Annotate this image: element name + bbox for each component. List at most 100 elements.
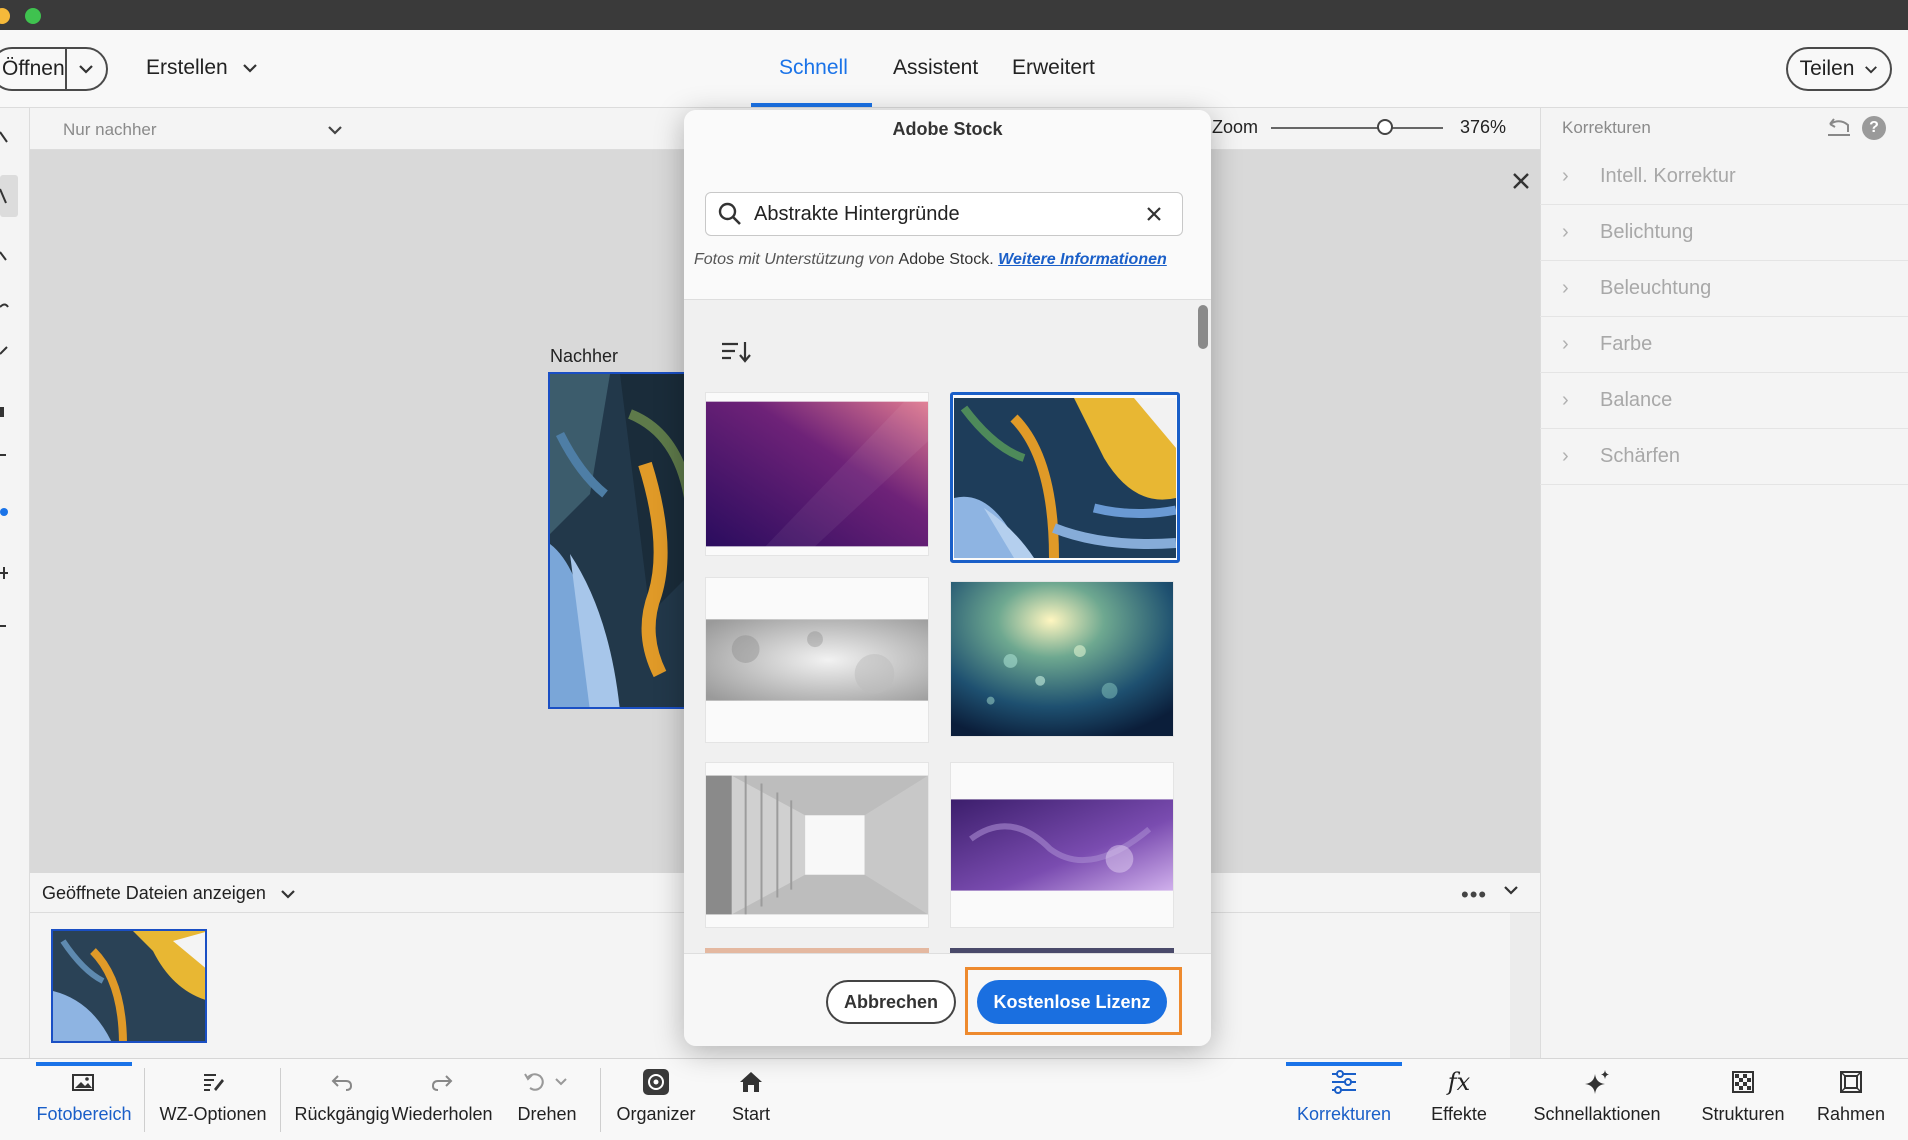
more-options-icon[interactable]: ••• [1461, 882, 1487, 908]
rotate-icon [522, 1068, 572, 1096]
hand-tool-icon[interactable] [0, 620, 10, 632]
photo-bin-scrollbar[interactable] [1510, 913, 1540, 1058]
tool-options-icon [201, 1068, 225, 1096]
panel-item-balance[interactable]: › Balance [1540, 373, 1908, 429]
stock-result-4[interactable] [950, 581, 1174, 737]
photo-bin-select[interactable]: Geöffnete Dateien anzeigen [42, 883, 296, 904]
undo-button[interactable]: Rückgängig [294, 1068, 390, 1125]
after-label: Nachher [550, 346, 619, 366]
textures-button[interactable]: Strukturen [1698, 1068, 1788, 1125]
crop-tool-icon[interactable] [0, 452, 10, 466]
panel-title: Korrekturen [1562, 118, 1651, 137]
fx-icon: fx [1447, 1068, 1471, 1096]
stock-attribution: Fotos mit Unterstützung von Adobe Stock.… [694, 251, 1167, 268]
stock-result-2-selected[interactable] [950, 392, 1180, 563]
quick-actions-button[interactable]: Schnellaktionen [1532, 1068, 1662, 1125]
more-info-link[interactable]: Weitere Informationen [998, 251, 1167, 268]
effects-button[interactable]: fx Effekte [1424, 1068, 1494, 1125]
zoom-label: Zoom [1212, 117, 1259, 137]
share-button[interactable]: Teilen [1786, 47, 1892, 91]
panel-item-smart-fix[interactable]: › Intell. Korrektur [1540, 149, 1908, 205]
share-label: Teilen [1799, 57, 1855, 80]
zoom-slider-track[interactable] [1271, 127, 1443, 129]
redo-icon [430, 1068, 454, 1096]
move-tool-icon[interactable] [0, 565, 10, 581]
frame-icon [1839, 1068, 1863, 1096]
search-icon [706, 201, 754, 227]
panel-item-exposure[interactable]: › Belichtung [1540, 205, 1908, 261]
chevron-down-icon [1864, 65, 1878, 74]
active-bottom-indicator [36, 1062, 132, 1066]
sparkle-icon [1583, 1068, 1611, 1096]
panel-item-color[interactable]: › Farbe [1540, 317, 1908, 373]
clear-search-icon[interactable] [1134, 205, 1174, 223]
photo-bin-button[interactable]: Fotobereich [36, 1068, 132, 1125]
home-icon [738, 1068, 764, 1096]
stock-search-field[interactable] [705, 192, 1183, 236]
dialog-title: Adobe Stock [892, 119, 1003, 139]
view-select[interactable]: Nur nachher [63, 116, 343, 144]
photo-bin-label: Geöffnete Dateien anzeigen [42, 883, 266, 903]
free-license-button[interactable]: Kostenlose Lizenz [977, 980, 1167, 1024]
reset-icon[interactable] [1826, 116, 1852, 138]
chevron-right-icon: › [1562, 221, 1569, 243]
lasso-tool-icon[interactable] [0, 250, 10, 264]
after-image[interactable] [548, 372, 688, 709]
color-indicator [0, 508, 8, 516]
text-tool-icon[interactable] [0, 405, 10, 419]
title-bar [0, 0, 1908, 30]
open-button[interactable]: Öffnen [0, 47, 108, 91]
undo-icon [330, 1068, 354, 1096]
open-file-thumbnail[interactable] [51, 929, 207, 1043]
tab-assistent[interactable]: Assistent [893, 56, 978, 80]
zoom-tool-icon[interactable] [0, 130, 10, 146]
chevron-right-icon: › [1562, 165, 1569, 187]
home-button[interactable]: Start [718, 1068, 784, 1125]
tab-erweitert[interactable]: Erweitert [1012, 56, 1095, 80]
sort-icon[interactable] [721, 340, 753, 364]
chevron-down-icon [327, 125, 343, 135]
chevron-right-icon: › [1562, 333, 1569, 355]
help-icon[interactable]: ? [1862, 116, 1886, 140]
results-scrollbar-thumb[interactable] [1198, 305, 1208, 349]
close-icon[interactable] [1508, 168, 1534, 194]
open-label: Öffnen [2, 57, 65, 80]
create-label: Erstellen [146, 56, 228, 79]
frames-button[interactable]: Rahmen [1814, 1068, 1888, 1125]
stock-result-6[interactable] [950, 762, 1174, 928]
adjustments-button[interactable]: Korrekturen [1286, 1068, 1402, 1125]
results-scrollbar[interactable] [1196, 302, 1210, 950]
tab-schnell[interactable]: Schnell [779, 56, 848, 80]
stock-result-1[interactable] [705, 392, 929, 556]
adjustments-icon [1330, 1068, 1358, 1096]
organizer-button[interactable]: Organizer [614, 1068, 698, 1125]
organizer-icon [642, 1068, 670, 1096]
chevron-down-icon [242, 63, 258, 73]
quick-selection-tool-icon[interactable] [0, 175, 18, 217]
panel-item-lighting[interactable]: › Beleuchtung [1540, 261, 1908, 317]
active-tab-indicator [751, 103, 872, 107]
view-select-value: Nur nachher [63, 120, 157, 139]
chevron-down-icon[interactable] [67, 64, 106, 74]
chevron-right-icon: › [1562, 277, 1569, 299]
panel-item-sharpen[interactable]: › Schärfen [1540, 429, 1908, 485]
active-bottom-indicator [1286, 1062, 1402, 1066]
chevron-right-icon: › [1562, 389, 1569, 411]
cancel-button[interactable]: Abbrechen [826, 980, 956, 1024]
window-zoom-button[interactable] [25, 8, 41, 24]
tool-options-button[interactable]: WZ-Optionen [158, 1068, 268, 1125]
textures-icon [1731, 1068, 1755, 1096]
brush-tool-icon[interactable] [0, 344, 10, 358]
rotate-button[interactable]: Drehen [510, 1068, 584, 1125]
collapse-bin-icon[interactable] [1503, 884, 1519, 896]
zoom-value: 376% [1460, 117, 1507, 137]
redo-button[interactable]: Wiederholen [390, 1068, 494, 1125]
chevron-down-icon [280, 889, 296, 899]
photo-bin-icon [72, 1068, 96, 1096]
stock-result-5[interactable] [705, 762, 929, 928]
stock-result-3[interactable] [705, 577, 929, 743]
zoom-slider-handle[interactable] [1377, 119, 1393, 135]
stock-search-input[interactable] [754, 202, 1134, 226]
eye-tool-icon[interactable] [0, 300, 10, 314]
create-menu[interactable]: Erstellen [146, 56, 258, 80]
